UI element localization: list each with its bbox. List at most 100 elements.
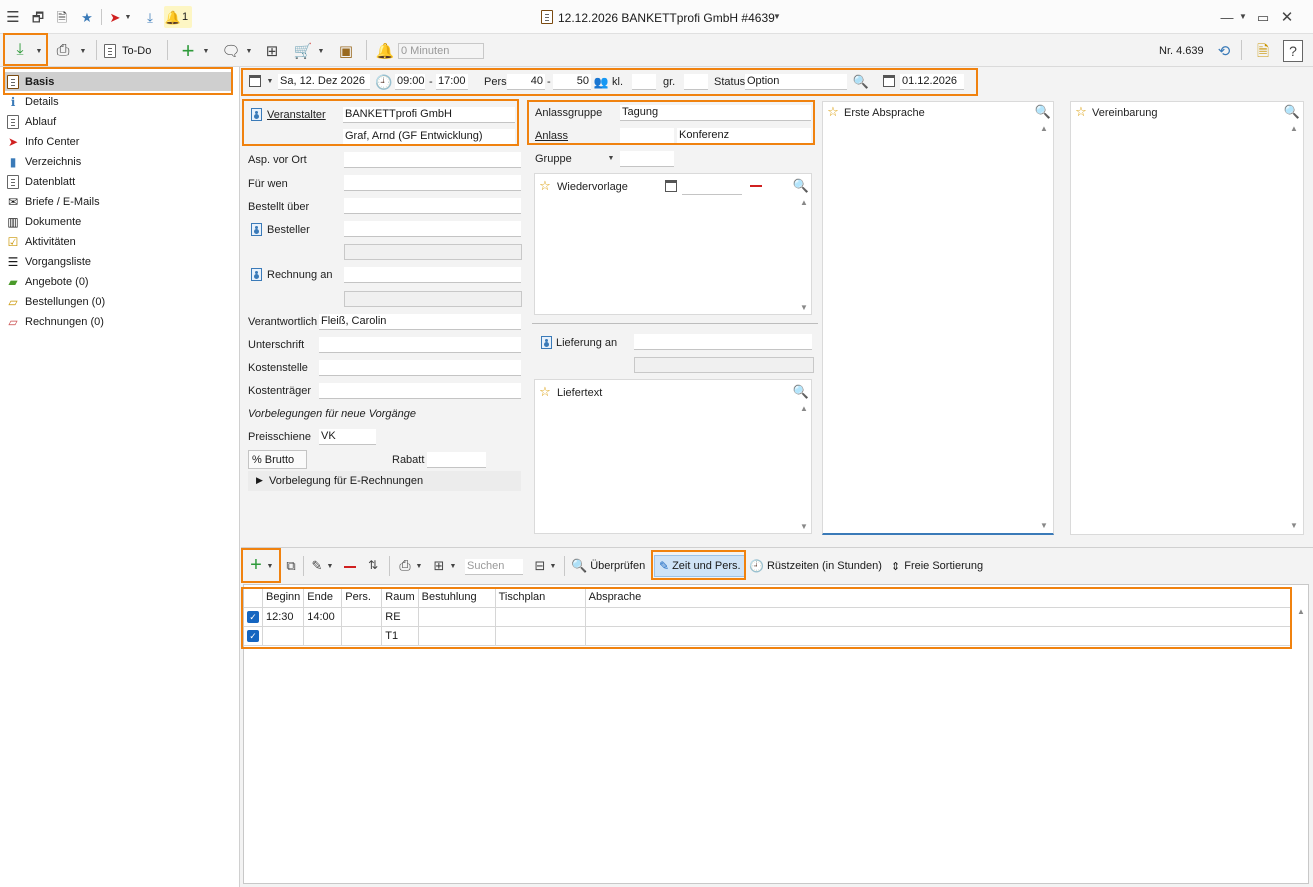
time-from-field[interactable]: 09:00: [395, 74, 425, 90]
cell-tischplan[interactable]: [495, 607, 586, 626]
column-header[interactable]: Bestuhlung: [418, 588, 496, 607]
wiedervorlage-date-field[interactable]: [682, 179, 742, 195]
sidebar-item-verzeichnis[interactable]: ▮ Verzeichnis: [4, 152, 232, 171]
vereinbarung-zoom-icon[interactable]: 🔍: [1284, 103, 1300, 119]
table-icon[interactable]: ⊞: [431, 557, 447, 573]
wiedervorlage-textarea[interactable]: [535, 196, 797, 314]
cell-raum[interactable]: T1: [381, 626, 419, 645]
cell-bestuhlung[interactable]: [418, 626, 496, 645]
vereinbarung-scrollbar[interactable]: ▲ ▼: [1289, 122, 1301, 532]
column-header[interactable]: Tischplan: [495, 588, 586, 607]
table-row[interactable]: ✓ 12:30 14:00 RE: [244, 607, 1293, 626]
anlassgruppe-field[interactable]: Tagung: [620, 105, 811, 121]
window-menu-icon[interactable]: ▼: [1238, 10, 1248, 24]
columns-dropdown-icon[interactable]: ▼: [549, 562, 557, 570]
save-dropdown-icon[interactable]: ▼: [34, 46, 44, 56]
absprache-star-icon[interactable]: ☆: [826, 104, 840, 118]
anlass-label[interactable]: Anlass: [535, 130, 568, 142]
reminder-bell-icon[interactable]: 🔔: [375, 41, 395, 61]
sidebar-item-dokumente[interactable]: ▥ Dokumente: [4, 212, 232, 231]
absprache-zoom-icon[interactable]: 🔍: [1035, 103, 1051, 119]
sidebar-item-bestellungen[interactable]: ▱ Bestellungen (0): [4, 292, 232, 311]
absprache-scrollbar[interactable]: ▲ ▼: [1039, 122, 1051, 532]
package-icon[interactable]: ▣: [335, 41, 357, 61]
hamburger-menu-icon[interactable]: ☰: [5, 9, 21, 25]
sidebar-item-info-center[interactable]: ➤ Info Center: [4, 132, 232, 151]
table-dropdown-icon[interactable]: ▼: [449, 562, 457, 570]
zoom-icon[interactable]: 🔍: [853, 73, 869, 89]
kostenstelle-field[interactable]: [319, 360, 521, 376]
erechnung-expander[interactable]: ▶ Vorbelegung für E-Rechnungen: [248, 471, 521, 491]
column-header[interactable]: Beginn: [262, 588, 305, 607]
cell-tischplan[interactable]: [495, 626, 586, 645]
save-download-icon[interactable]: ⤓: [10, 40, 30, 60]
add-icon[interactable]: +: [177, 40, 199, 62]
vereinbarung-textarea[interactable]: [1071, 122, 1287, 532]
sidebar-item-rechnungen[interactable]: ▱ Rechnungen (0): [4, 312, 232, 331]
sidebar-item-briefe[interactable]: ✉ Briefe / E-Mails: [4, 192, 232, 211]
person-card-icon[interactable]: [250, 107, 262, 121]
sidebar-item-details[interactable]: ℹ Details: [4, 92, 232, 111]
grid-add-icon[interactable]: +: [247, 555, 265, 575]
star-icon[interactable]: ☆: [538, 178, 552, 192]
grid-search-input[interactable]: Suchen: [465, 559, 523, 575]
column-header[interactable]: Raum: [381, 588, 419, 607]
cell-raum[interactable]: RE: [381, 607, 419, 626]
sidebar-item-aktivitaeten[interactable]: ☑ Aktivitäten: [4, 232, 232, 251]
add-dropdown-icon[interactable]: ▼: [201, 46, 211, 56]
lieferung-field[interactable]: [634, 334, 812, 350]
veranstalter-label[interactable]: Veranstalter: [267, 109, 326, 121]
date-dropdown-icon[interactable]: ▼: [266, 76, 274, 86]
cell-ende[interactable]: 14:00: [303, 607, 343, 626]
time-to-field[interactable]: 17:00: [436, 74, 468, 90]
anlass-code-field[interactable]: [620, 128, 674, 144]
grid-print-icon[interactable]: ⎙: [396, 557, 414, 573]
gr-field[interactable]: [684, 74, 708, 90]
lieferung-card-icon[interactable]: [540, 335, 552, 349]
cell-pers[interactable]: [341, 626, 383, 645]
zoom-in-icon[interactable]: 🔍: [793, 177, 809, 193]
besteller-field[interactable]: [344, 221, 521, 237]
timer-document-icon[interactable]: 🗎: [1252, 40, 1274, 62]
document-star-icon[interactable]: ★: [79, 9, 95, 25]
download-flag-icon[interactable]: ⤓: [142, 9, 158, 25]
column-header[interactable]: Ende: [303, 588, 343, 607]
grid-add-dropdown-icon[interactable]: ▼: [266, 562, 274, 570]
unterschrift-field[interactable]: [319, 337, 521, 353]
ueberpruefen-button[interactable]: 🔍 Überprüfen: [571, 557, 645, 575]
preisschiene-field[interactable]: VK: [319, 429, 376, 445]
close-icon[interactable]: ✕: [1279, 9, 1295, 25]
todo-button[interactable]: To-Do: [104, 41, 151, 61]
windows-icon[interactable]: 🗗: [30, 9, 46, 25]
grid-scrollbar[interactable]: ▲: [1296, 605, 1308, 881]
date-field[interactable]: Sa, 12. Dez 2026: [278, 74, 370, 90]
edit-pencil-icon[interactable]: ✎: [309, 557, 325, 573]
liefertext-textarea[interactable]: [535, 402, 797, 533]
asp-field[interactable]: [344, 152, 521, 168]
verantwortlich-field[interactable]: Fleiß, Carolin: [319, 314, 521, 330]
liefertext-star-icon[interactable]: ☆: [538, 384, 552, 398]
freie-sortierung-button[interactable]: ⇕ Freie Sortierung: [891, 557, 983, 575]
contact-field[interactable]: Graf, Arnd (GF Entwicklung): [343, 129, 515, 145]
cell-absprache[interactable]: [585, 626, 1293, 645]
veranstalter-field[interactable]: BANKETTprofi GmbH: [343, 107, 515, 123]
minimize-icon[interactable]: —: [1219, 9, 1235, 25]
calendar-icon[interactable]: [248, 74, 262, 88]
compass-dropdown-icon[interactable]: ▼: [124, 10, 132, 24]
sort-icon[interactable]: ⇅: [365, 557, 381, 573]
comment-dropdown-icon[interactable]: ▼: [244, 46, 254, 56]
compass-icon[interactable]: ➤: [107, 9, 123, 25]
bestellt-field[interactable]: [344, 198, 521, 214]
document-clock-icon[interactable]: 🗎: [54, 9, 70, 25]
sidebar-item-basis[interactable]: Basis: [4, 72, 232, 91]
table-row[interactable]: ✓ T1: [244, 626, 1293, 645]
liefertext-scrollbar[interactable]: ▲ ▼: [799, 402, 811, 533]
cart-dropdown-icon[interactable]: ▼: [316, 46, 326, 56]
besteller-card-icon[interactable]: [250, 222, 262, 236]
notification-badge[interactable]: 🔔 1: [164, 6, 192, 28]
column-header[interactable]: Absprache: [585, 588, 1293, 607]
ruestzeiten-button[interactable]: 🕘 Rüstzeiten (in Stunden): [749, 557, 882, 575]
sidebar-item-datenblatt[interactable]: Datenblatt: [4, 172, 232, 191]
wiedervorlage-scrollbar[interactable]: ▲ ▼: [799, 196, 811, 314]
kl-field[interactable]: [632, 74, 656, 90]
